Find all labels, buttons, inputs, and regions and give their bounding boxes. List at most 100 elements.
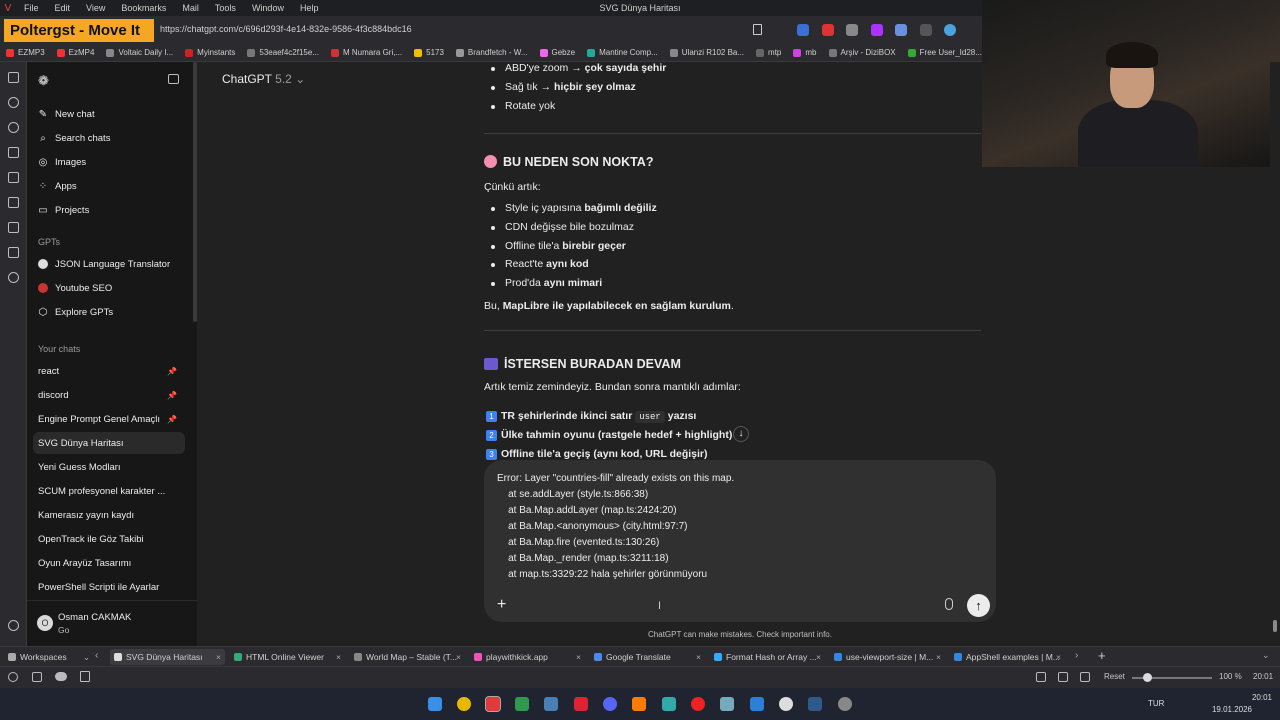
page-actions-icon[interactable] [1058, 672, 1068, 682]
taskbar-time[interactable]: 20:01 [1230, 693, 1272, 702]
notes-panel-icon[interactable] [8, 147, 19, 158]
page-tiling-icon[interactable] [1080, 672, 1090, 682]
bookmark-item[interactable]: Brandfetch - W... [450, 48, 534, 57]
discord-icon[interactable] [603, 697, 617, 711]
bookmark-item[interactable]: Voltaic Daily I... [100, 48, 179, 57]
image-toggle-icon[interactable] [1036, 672, 1046, 682]
capture-icon[interactable] [80, 671, 90, 682]
model-selector[interactable]: ChatGPT 5.2 ⌄ [222, 72, 305, 86]
reading-list-icon[interactable] [8, 172, 19, 183]
terminal-icon[interactable] [515, 697, 529, 711]
bookmark-item[interactable]: Free User_Id28... [902, 48, 982, 57]
record-icon[interactable] [691, 697, 705, 711]
tab[interactable]: HTML Online Viewer × [230, 649, 345, 665]
app-icon[interactable] [544, 697, 558, 711]
menu-window[interactable]: Window [244, 0, 292, 16]
page-scrollbar[interactable] [1270, 62, 1280, 646]
outlook-icon[interactable] [750, 697, 764, 711]
bookmark-item[interactable]: Arşiv - DiziBOX [823, 48, 902, 57]
close-icon[interactable]: × [816, 652, 821, 662]
menu-file[interactable]: File [16, 0, 47, 16]
new-tab-button[interactable]: + [1098, 648, 1106, 663]
chat-item[interactable]: Yeni Guess Modları [33, 456, 185, 478]
bookmarks-panel-icon[interactable] [8, 72, 19, 83]
chat-item-active[interactable]: SVG Dünya Haritası [33, 432, 185, 454]
microphone-icon[interactable] [945, 598, 953, 610]
bookmark-item[interactable]: M Numara Gri,... [325, 48, 408, 57]
chat-item[interactable]: discord 📌 [33, 384, 185, 406]
scrollbar-thumb[interactable] [1273, 620, 1277, 632]
close-icon[interactable]: × [336, 652, 341, 662]
scroll-down-button[interactable]: ↓ [733, 426, 749, 442]
vivaldi-logo-icon[interactable]: V [0, 0, 16, 16]
chat-item[interactable]: Oyun Arayüz Tasarımı [33, 552, 185, 574]
attach-plus-button[interactable]: + [497, 596, 506, 614]
shield-icon[interactable] [846, 24, 858, 36]
extension-icon[interactable] [871, 24, 883, 36]
gpt-json-translator[interactable]: JSON Language Translator [33, 253, 185, 275]
menu-bookmarks[interactable]: Bookmarks [113, 0, 174, 16]
menu-edit[interactable]: Edit [47, 0, 79, 16]
chevron-right-icon[interactable]: › [1075, 650, 1078, 661]
cloud-sync-icon[interactable] [55, 672, 67, 681]
gpt-youtube-seo[interactable]: Youtube SEO [33, 277, 185, 299]
tab[interactable]: playwithkick.app × [470, 649, 585, 665]
menu-tools[interactable]: Tools [207, 0, 244, 16]
tab[interactable]: use-viewport-size | M... × [830, 649, 945, 665]
app-icon[interactable] [838, 697, 852, 711]
extension-icon[interactable] [895, 24, 907, 36]
new-chat-button[interactable]: ✎ New chat [33, 103, 185, 125]
downloads-panel-icon[interactable] [8, 97, 19, 108]
tab-menu-icon[interactable]: ⌄ [1262, 650, 1270, 661]
close-icon[interactable]: × [576, 652, 581, 662]
search-chats-button[interactable]: ⌕ Search chats [33, 127, 185, 149]
chat-item[interactable]: PowerShell Scripti ile Ayarlar [33, 576, 185, 598]
bookmark-item[interactable]: Myinstants [179, 48, 241, 57]
extension-icon[interactable] [920, 24, 932, 36]
apps-button[interactable]: ⁘ Apps [33, 175, 185, 197]
taskbar-date[interactable]: 19.01.2026 [1210, 705, 1252, 714]
openai-logo-icon[interactable]: ❁ [38, 73, 49, 89]
close-icon[interactable]: × [936, 652, 941, 662]
translate-panel-icon[interactable] [8, 197, 19, 208]
chat-item[interactable]: Engine Prompt Genel Amaçlı 📌 [33, 408, 185, 430]
bookmark-item[interactable]: Gebze [534, 48, 582, 57]
close-icon[interactable]: × [456, 652, 461, 662]
close-icon[interactable]: × [696, 652, 701, 662]
bookmark-item[interactable]: mtp [750, 48, 787, 57]
projects-button[interactable]: ▭ Projects [33, 199, 185, 221]
settings-icon[interactable] [8, 620, 19, 631]
steam-icon[interactable] [808, 697, 822, 711]
bookmark-item[interactable]: Mantine Comp... [581, 48, 664, 57]
illustrator-icon[interactable] [632, 697, 646, 711]
bookmark-item[interactable]: EzMP4 [51, 48, 101, 57]
extension-icon[interactable] [797, 24, 809, 36]
tab[interactable]: Format Hash or Array ... × [710, 649, 825, 665]
bookmark-item[interactable]: mb [787, 48, 822, 57]
mail-panel-icon[interactable] [8, 247, 19, 258]
vivaldi-icon[interactable] [485, 696, 501, 712]
chevron-left-icon[interactable]: ‹ [95, 650, 98, 661]
extension-icon[interactable] [822, 24, 834, 36]
tab-active[interactable]: SVG Dünya Haritası × [110, 649, 225, 665]
history-panel-icon[interactable] [8, 122, 19, 133]
zoom-reset-button[interactable]: Reset [1104, 672, 1125, 681]
close-icon[interactable]: × [216, 652, 221, 662]
menu-help[interactable]: Help [292, 0, 327, 16]
tiling-icon[interactable] [32, 672, 42, 682]
url-field[interactable]: https://chatgpt.com/c/696d293f-4e14-832e… [160, 24, 412, 34]
add-panel-icon[interactable] [8, 272, 19, 283]
explore-gpts-button[interactable]: ⬡ Explore GPTs [33, 301, 185, 323]
zoom-slider-handle[interactable] [1143, 673, 1152, 682]
tab[interactable]: World Map – Stable (T... × [350, 649, 465, 665]
bookmark-item[interactable]: EZMP3 [0, 48, 51, 57]
toggle-sidebar-icon[interactable] [168, 74, 179, 84]
profile-icon[interactable] [944, 24, 956, 36]
tab[interactable]: AppShell examples | M... × [950, 649, 1065, 665]
chat-item[interactable]: SCUM profesyonel karakter ... [33, 480, 185, 502]
openai-icon[interactable] [779, 697, 793, 711]
send-button[interactable]: ↑ [967, 594, 990, 617]
tab[interactable]: Google Translate × [590, 649, 705, 665]
chat-item[interactable]: react 📌 [33, 360, 185, 382]
windows-start-icon[interactable] [428, 697, 442, 711]
